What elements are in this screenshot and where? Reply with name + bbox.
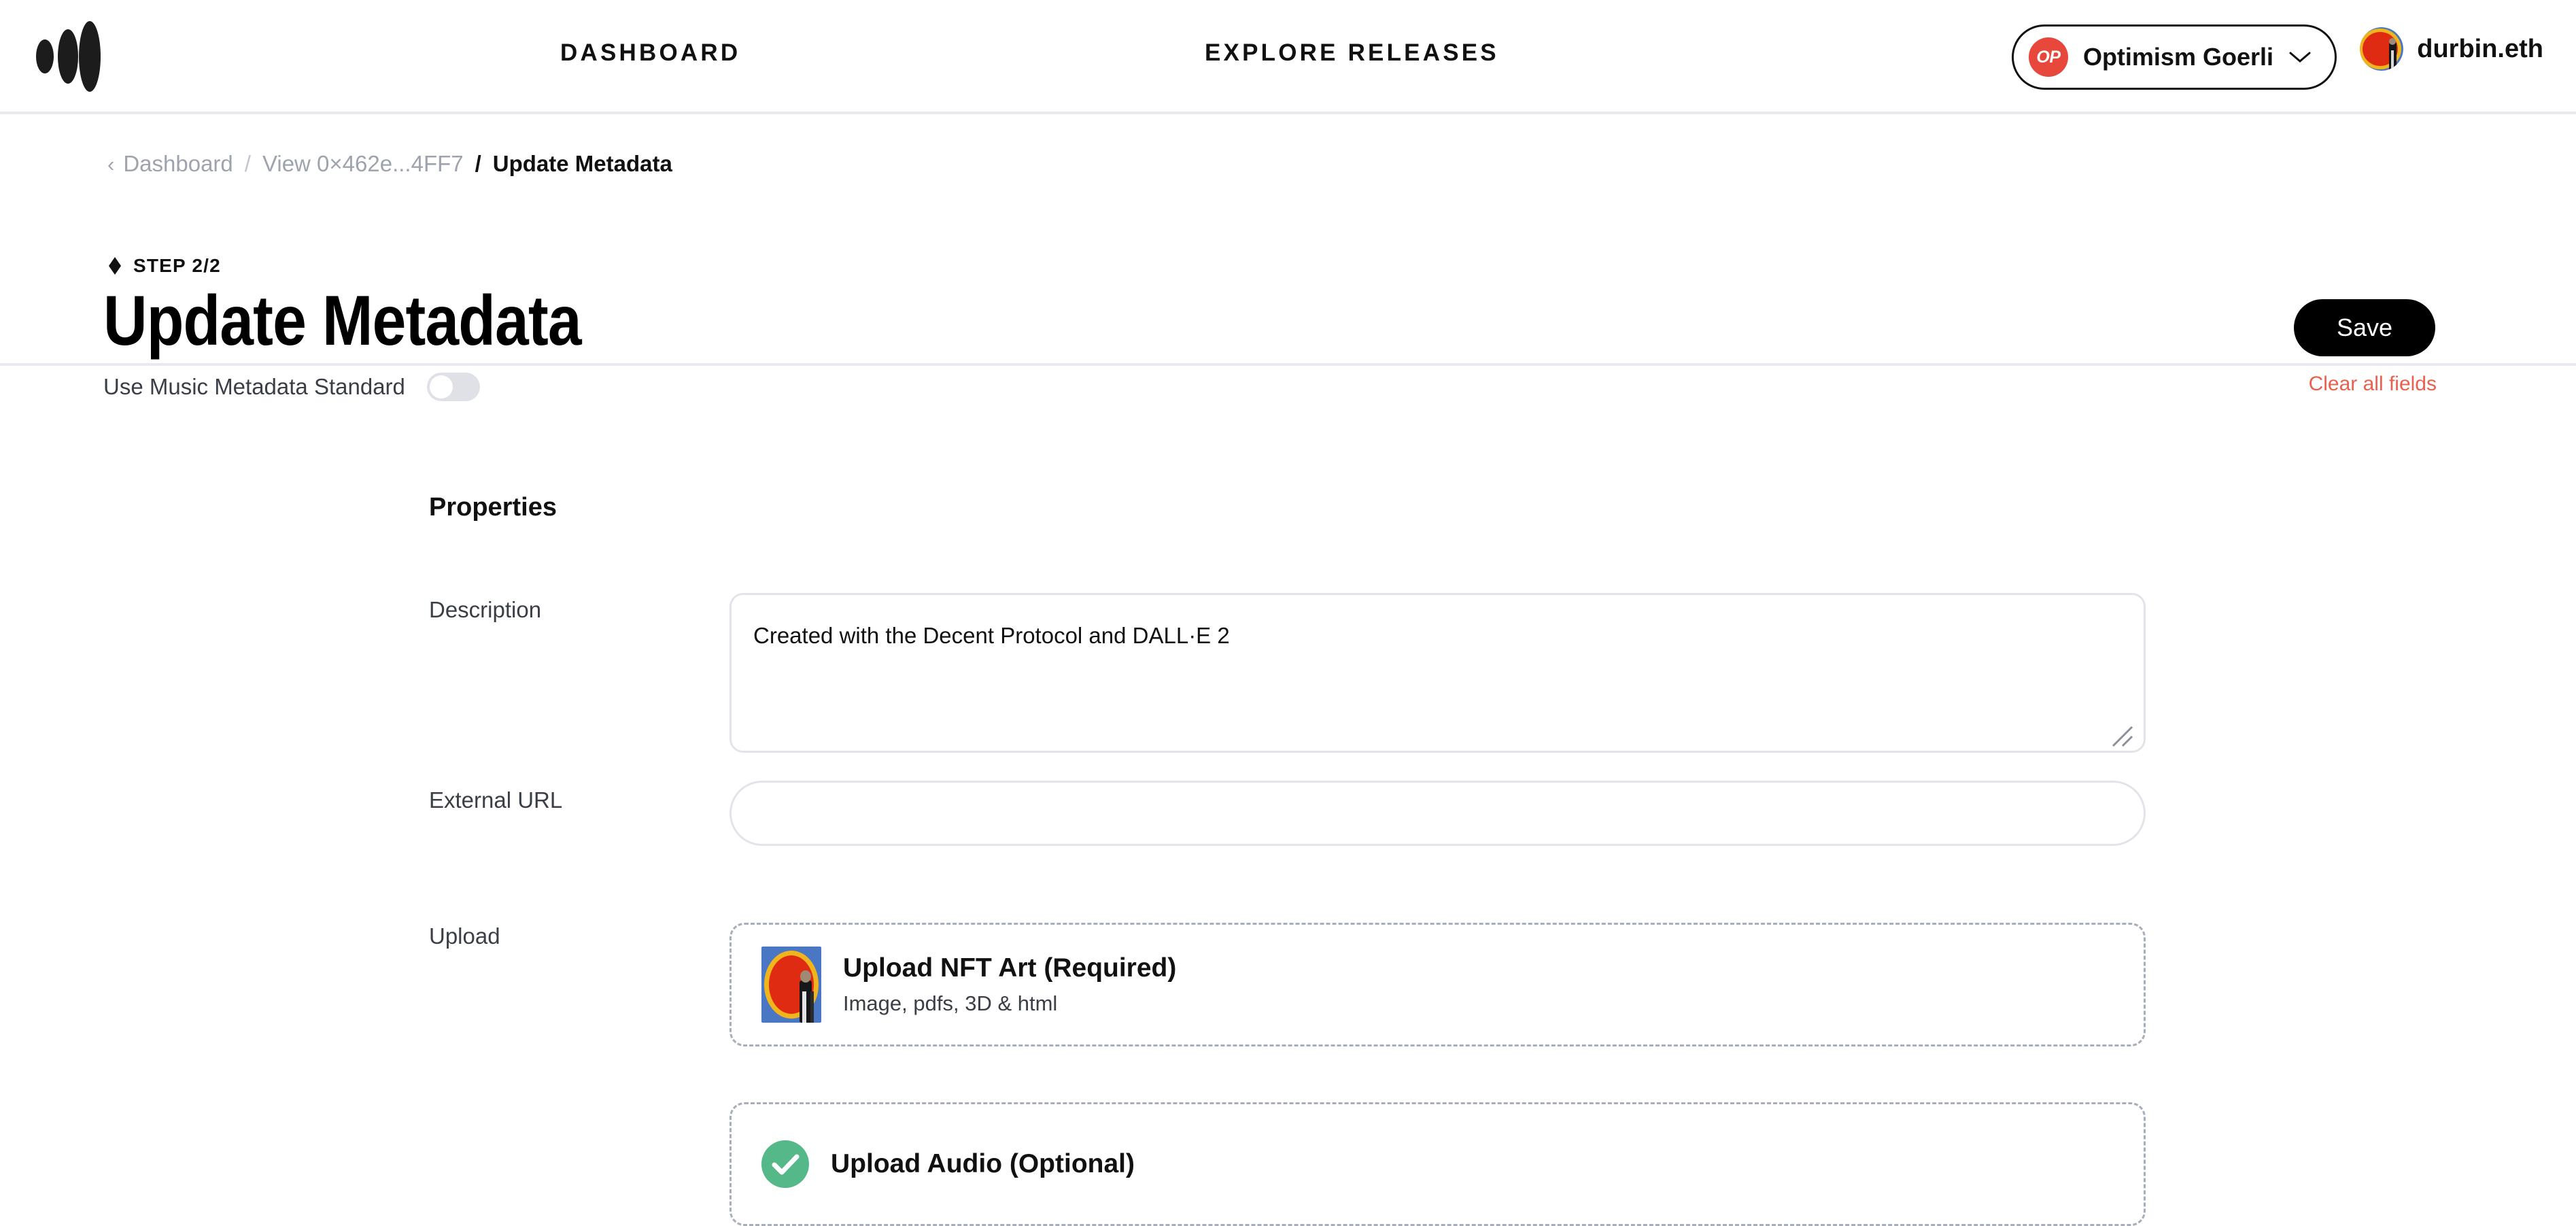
app-header: DASHBOARD EXPLORE RELEASES OP Optimism G… (0, 0, 2576, 114)
breadcrumb-current: Update Metadata (492, 151, 672, 176)
step-label: STEP 2/2 (133, 255, 221, 276)
external-url-input[interactable] (729, 781, 2146, 846)
nav-dashboard[interactable]: DASHBOARD (560, 39, 740, 67)
toggle-label: Use Music Metadata Standard (103, 374, 405, 399)
clear-all-fields-link[interactable]: Clear all fields (2309, 373, 2437, 396)
description-input[interactable] (729, 593, 2146, 753)
upload-card-subtitle: Image, pdfs, 3D & html (843, 991, 1058, 1015)
step-indicator: STEP 2/2 (107, 255, 221, 277)
page-title: Update Metadata (103, 282, 582, 360)
optimism-badge-icon: OP (2028, 37, 2068, 77)
section-title-properties: Properties (429, 493, 557, 522)
network-selector[interactable]: OP Optimism Goerli (2011, 24, 2337, 90)
save-button[interactable]: Save (2294, 299, 2435, 356)
breadcrumb: ‹ Dashboard / View 0×462e...4FF7 / Updat… (107, 151, 672, 177)
back-chevron-icon[interactable]: ‹ (107, 154, 114, 175)
nav-explore-releases[interactable]: EXPLORE RELEASES (1205, 39, 1499, 67)
title-divider (0, 363, 2576, 366)
account-name: durbin.eth (2417, 34, 2543, 63)
upload-card-title: Upload Audio (Optional) (831, 1149, 1135, 1178)
metadata-standard-toggle-row: Use Music Metadata Standard (103, 373, 480, 401)
label-external-url: External URL (429, 787, 563, 813)
network-name: Optimism Goerli (2082, 43, 2273, 71)
upload-audio-card[interactable]: Upload Audio (Optional) (729, 1102, 2146, 1226)
toggle-knob (429, 375, 453, 398)
breadcrumb-dashboard[interactable]: Dashboard (123, 151, 233, 177)
avatar (2360, 27, 2404, 71)
decent-logo[interactable] (35, 19, 122, 94)
upload-card-title: Upload NFT Art (Required) (843, 953, 1177, 983)
upload-nft-art-card[interactable]: Upload NFT Art (Required) Image, pdfs, 3… (729, 923, 2146, 1046)
label-upload: Upload (429, 923, 500, 949)
breadcrumb-separator: / (475, 151, 481, 176)
diamond-icon (107, 257, 122, 275)
label-description: Description (429, 597, 542, 622)
account-menu[interactable]: durbin.eth (2360, 27, 2543, 71)
breadcrumb-separator: / (244, 151, 251, 176)
nft-art-thumbnail (761, 947, 821, 1023)
music-metadata-standard-toggle[interactable] (426, 373, 480, 401)
breadcrumb-view[interactable]: View 0×462e...4FF7 (262, 151, 464, 177)
green-check-icon (761, 1140, 809, 1188)
chevron-down-icon (2288, 50, 2312, 64)
